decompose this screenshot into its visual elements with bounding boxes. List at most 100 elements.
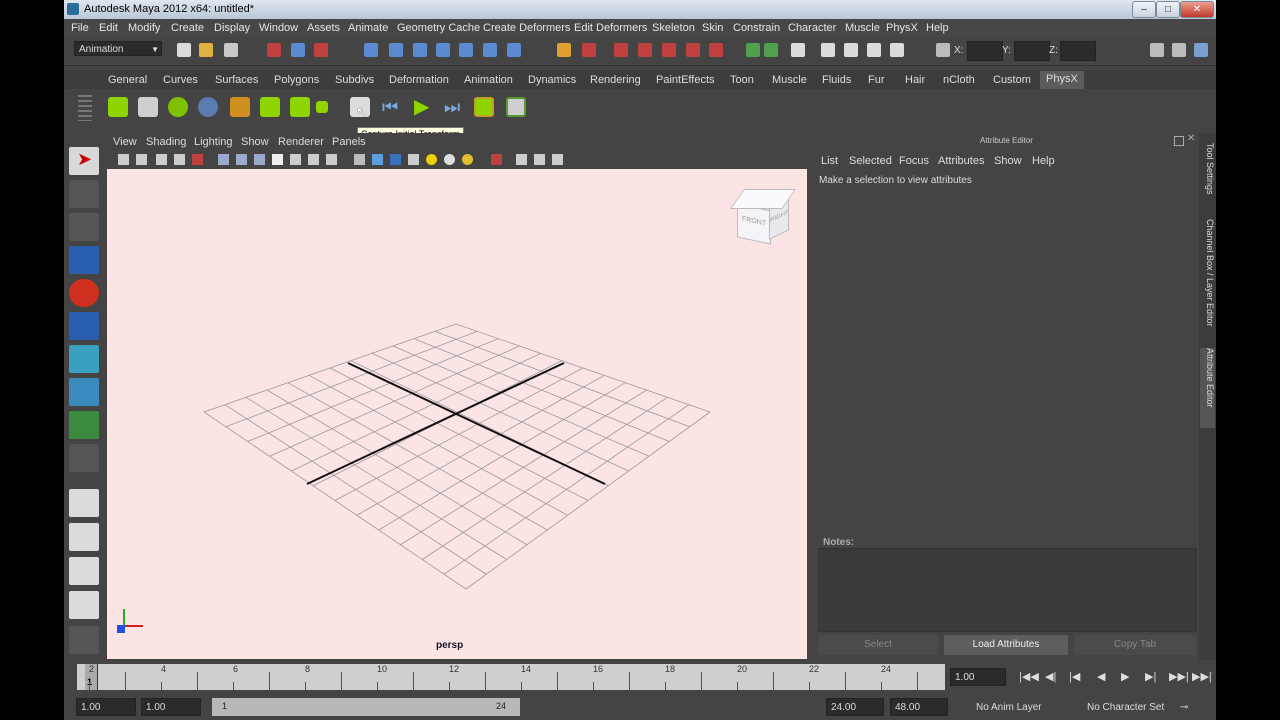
pick-deformations-icon[interactable] xyxy=(459,43,473,57)
anim-layer-selector[interactable]: No Anim Layer xyxy=(976,702,1042,713)
lock-selection-icon[interactable] xyxy=(557,43,571,57)
shelf-tab-fur[interactable]: Fur xyxy=(868,74,885,86)
range-bar[interactable]: 1 24 xyxy=(212,698,520,716)
menu-file[interactable]: File xyxy=(71,22,89,34)
render-current-frame-icon[interactable] xyxy=(844,43,858,57)
resolution-gate-icon[interactable] xyxy=(254,154,265,165)
menu-animate[interactable]: Animate xyxy=(348,22,388,34)
render-view-icon[interactable] xyxy=(821,43,835,57)
menu-geometry-cache[interactable]: Geometry Cache xyxy=(397,22,480,34)
show-manipulator-icon[interactable] xyxy=(69,411,99,439)
view-cube[interactable]: FRONT RIGHT xyxy=(727,189,797,249)
construction-history-icon[interactable] xyxy=(791,43,805,57)
field-chart-icon[interactable] xyxy=(290,154,301,165)
safe-title-icon[interactable] xyxy=(326,154,337,165)
xray-active-icon[interactable] xyxy=(534,154,545,165)
shelf-tab-general[interactable]: General xyxy=(108,74,147,86)
pick-curves-icon[interactable] xyxy=(413,43,427,57)
auto-key-icon[interactable]: ⊸ xyxy=(1180,702,1188,713)
go-to-start-button[interactable]: |◀◀ xyxy=(1019,670,1039,683)
time-slider-track[interactable]: 1 24681012141618202224 xyxy=(77,664,945,690)
menu-modify[interactable]: Modify xyxy=(128,22,160,34)
snap-to-points-icon[interactable] xyxy=(662,43,676,57)
screen-space-ao-icon[interactable] xyxy=(462,154,473,165)
select-camera-icon[interactable] xyxy=(118,154,129,165)
shelf-tab-hair[interactable]: Hair xyxy=(905,74,925,86)
menu-edit-deformers[interactable]: Edit Deformers xyxy=(574,22,647,34)
pick-handles-icon[interactable] xyxy=(364,43,378,57)
panel-menu-lighting[interactable]: Lighting xyxy=(194,136,233,148)
single-perspective-layout-icon[interactable] xyxy=(69,489,99,517)
perspective-viewport[interactable]: FRONT RIGHT persp xyxy=(107,169,807,659)
go-to-end-button[interactable]: ▶▶| xyxy=(1192,670,1212,683)
shelf-tab-animation[interactable]: Animation xyxy=(464,74,513,86)
step-back-key-button[interactable]: |◀ xyxy=(1069,670,1080,683)
load-attributes-button[interactable]: Load Attributes xyxy=(944,635,1068,655)
grid-toggle-icon[interactable] xyxy=(218,154,229,165)
toggle-tool-settings-icon[interactable] xyxy=(1172,43,1186,57)
ae-menu-focus[interactable]: Focus xyxy=(899,155,929,167)
make-live-icon[interactable] xyxy=(709,43,723,57)
x-input[interactable] xyxy=(967,41,1003,61)
shelf-tab-muscle[interactable]: Muscle xyxy=(772,74,807,86)
step-simulation-icon[interactable]: ⏭ xyxy=(444,97,464,117)
float-panel-icon[interactable] xyxy=(1174,136,1184,146)
save-scene-icon[interactable] xyxy=(224,43,238,57)
shelf-tab-toon[interactable]: Toon xyxy=(730,74,754,86)
shelf-tab-ncloth[interactable]: nCloth xyxy=(943,74,975,86)
menu-display[interactable]: Display xyxy=(214,22,250,34)
playback-end-field[interactable]: 24.00 xyxy=(826,698,884,716)
new-scene-icon[interactable] xyxy=(177,43,191,57)
shelf-tab-painteffects[interactable]: PaintEffects xyxy=(656,74,715,86)
physx-create-rigid-icon[interactable] xyxy=(108,97,128,117)
minimize-button[interactable]: – xyxy=(1132,1,1156,18)
current-frame-field[interactable]: 1.00 xyxy=(950,668,1006,686)
physx-constraint-icon[interactable] xyxy=(316,101,328,113)
pick-dynamics-icon[interactable] xyxy=(483,43,497,57)
shelf-tab-dynamics[interactable]: Dynamics xyxy=(528,74,576,86)
select-button[interactable]: Select xyxy=(818,635,938,655)
highlight-selection-icon[interactable] xyxy=(582,43,596,57)
pick-surfaces-icon[interactable] xyxy=(436,43,450,57)
soft-modification-icon[interactable] xyxy=(69,378,99,406)
smooth-shade-icon[interactable] xyxy=(372,154,383,165)
shelf-tab-subdivs[interactable]: Subdivs xyxy=(335,74,374,86)
ae-menu-attributes[interactable]: Attributes xyxy=(938,155,984,167)
menu-assets[interactable]: Assets xyxy=(307,22,340,34)
hypershade-layout-icon[interactable] xyxy=(69,626,99,654)
menu-constrain[interactable]: Constrain xyxy=(733,22,780,34)
input-ops-icon[interactable] xyxy=(746,43,760,57)
animation-start-field[interactable]: 1.00 xyxy=(76,698,136,716)
step-forward-frame-button[interactable]: ▶▶| xyxy=(1169,670,1189,683)
film-gate-icon[interactable] xyxy=(236,154,247,165)
playback-start-field[interactable]: 1.00 xyxy=(141,698,201,716)
physx-wrench-icon[interactable] xyxy=(138,97,158,117)
scale-tool-icon[interactable] xyxy=(69,312,99,340)
animation-end-field[interactable]: 48.00 xyxy=(890,698,948,716)
camera-attributes-icon[interactable] xyxy=(136,154,147,165)
menu-character[interactable]: Character xyxy=(788,22,836,34)
menu-skin[interactable]: Skin xyxy=(702,22,723,34)
physx-emitter-icon[interactable] xyxy=(230,97,250,117)
menu-help[interactable]: Help xyxy=(926,22,949,34)
rewind-simulation-icon[interactable]: ⏮ xyxy=(382,97,402,117)
panel-menu-panels[interactable]: Panels xyxy=(332,136,366,148)
ae-menu-help[interactable]: Help xyxy=(1032,155,1055,167)
select-object-icon[interactable] xyxy=(291,43,305,57)
y-input[interactable] xyxy=(1014,41,1050,61)
ae-menu-list[interactable]: List xyxy=(821,155,838,167)
menu-create[interactable]: Create xyxy=(171,22,204,34)
snap-to-grids-icon[interactable] xyxy=(614,43,628,57)
physx-sphere-icon[interactable] xyxy=(168,97,188,117)
notes-textarea[interactable] xyxy=(818,548,1197,632)
shelf-tab-custom[interactable]: Custom xyxy=(993,74,1031,86)
ae-menu-show[interactable]: Show xyxy=(994,155,1022,167)
select-tool-icon[interactable]: ➤ xyxy=(69,147,99,175)
toggle-attribute-editor-icon[interactable] xyxy=(1150,43,1164,57)
panel-menu-renderer[interactable]: Renderer xyxy=(278,136,324,148)
use-all-lights-icon[interactable] xyxy=(426,154,437,165)
ae-menu-selected[interactable]: Selected xyxy=(849,155,892,167)
panel-menu-show[interactable]: Show xyxy=(241,136,269,148)
image-plane-icon[interactable] xyxy=(174,154,185,165)
move-tool-icon[interactable] xyxy=(69,246,99,274)
